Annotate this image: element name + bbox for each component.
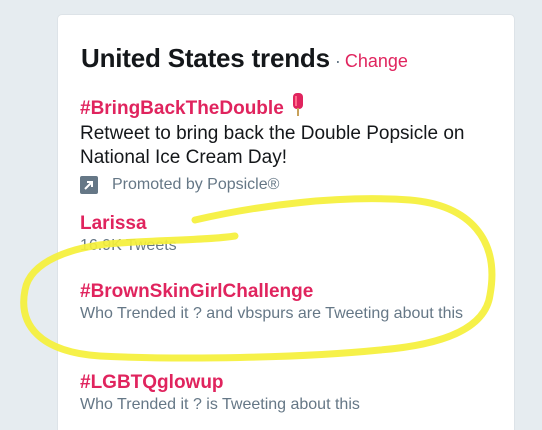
popsicle-icon	[292, 93, 304, 122]
trend-name[interactable]: #BrownSkinGirlChallenge	[80, 280, 313, 303]
promoted-label: Promoted by Popsicle®	[112, 176, 280, 193]
trend-item-larissa[interactable]: Larissa 16.9K Tweets	[80, 212, 500, 257]
trend-name[interactable]: Larissa	[80, 212, 147, 235]
trends-header: United States trends · Change	[81, 43, 408, 74]
trend-item-brownskingirlchallenge[interactable]: #BrownSkinGirlChallenge Who Trended it ?…	[80, 280, 500, 325]
trend-context: Who Trended it ? is Tweeting about this	[80, 396, 360, 413]
promoted-row: Promoted by Popsicle®	[80, 176, 500, 194]
screenshot-stage: United States trends · Change #BringBackTh…	[0, 0, 542, 430]
change-link[interactable]: Change	[345, 51, 408, 71]
trend-item-promoted[interactable]: #BringBackTheDouble Retweet to bring bac…	[80, 93, 500, 194]
trend-name[interactable]: #BringBackTheDouble	[80, 97, 284, 120]
promoted-arrow-icon	[80, 176, 98, 194]
trend-name[interactable]: #LGBTQglowup	[80, 371, 224, 394]
trend-tweet-count: 16.9K Tweets	[80, 237, 177, 254]
header-separator: ·	[334, 51, 341, 71]
trend-description: Retweet to bring back the Double Popsicl…	[80, 123, 465, 168]
trends-title: United States trends	[81, 43, 330, 73]
trend-context: Who Trended it ? and vbspurs are Tweetin…	[80, 305, 464, 322]
trend-item-lgbtqglowup[interactable]: #LGBTQglowup Who Trended it ? is Tweetin…	[80, 371, 500, 416]
trends-card: United States trends · Change #BringBackTh…	[57, 14, 515, 430]
